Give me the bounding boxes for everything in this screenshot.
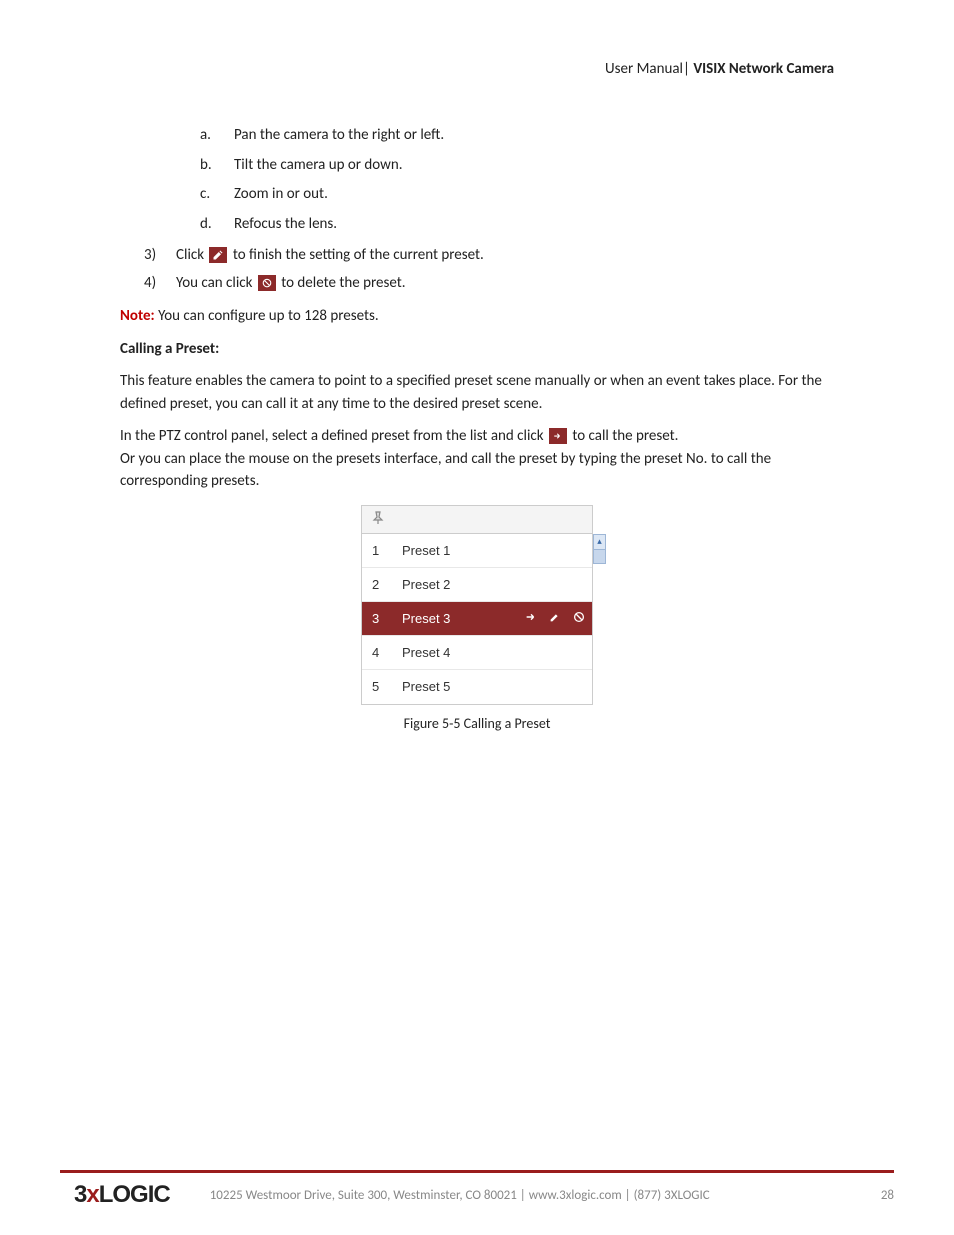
numbered-steps: 3) Click to finish the setting of the cu… bbox=[120, 243, 834, 295]
calling-preset-heading: Calling a Preset: bbox=[120, 338, 834, 361]
calling-preset-p1: This feature enables the camera to point… bbox=[120, 370, 834, 415]
letter-d: d. bbox=[200, 212, 234, 238]
header-title: VISIX Network Camera bbox=[693, 60, 834, 78]
edit-icon bbox=[209, 247, 227, 263]
preset-name: Preset 1 bbox=[402, 543, 586, 558]
delete-icon bbox=[258, 275, 276, 291]
scroll-thumb[interactable] bbox=[593, 550, 606, 564]
letter-b: b. bbox=[200, 153, 234, 179]
preset-row-1[interactable]: 1 Preset 1 bbox=[362, 534, 592, 568]
letter-a: a. bbox=[200, 123, 234, 149]
header-left: User Manual bbox=[605, 60, 683, 78]
preset-name: Preset 2 bbox=[402, 577, 586, 592]
preset-num: 5 bbox=[372, 679, 402, 694]
sub-steps-list: a.Pan the camera to the right or left. b… bbox=[120, 123, 834, 237]
preset-num: 4 bbox=[372, 645, 402, 660]
preset-panel-header[interactable] bbox=[362, 506, 592, 534]
logo: 3xLogic bbox=[74, 1181, 170, 1209]
preset-num: 3 bbox=[372, 611, 402, 626]
preset-name: Preset 4 bbox=[402, 645, 586, 660]
pin-icon bbox=[370, 510, 386, 529]
figure-label: Figure 5-5 bbox=[404, 715, 461, 732]
preset-row-4[interactable]: 4 Preset 4 bbox=[362, 636, 592, 670]
sub-step-d-text: Refocus the lens. bbox=[234, 212, 337, 238]
page-footer: 3xLogic 10225 Westmoor Drive, Suite 300,… bbox=[0, 1173, 954, 1209]
step-4-content: You can click to delete the preset. bbox=[176, 271, 406, 295]
preset-row-3[interactable]: 3 Preset 3 bbox=[362, 602, 592, 636]
scroll-up-icon[interactable]: ▴ bbox=[593, 534, 606, 550]
calling-p2-before: In the PTZ control panel, select a defin… bbox=[120, 427, 544, 445]
calling-preset-p2: In the PTZ control panel, select a defin… bbox=[120, 425, 834, 493]
sub-step-b: b.Tilt the camera up or down. bbox=[200, 153, 834, 179]
sub-step-b-text: Tilt the camera up or down. bbox=[234, 153, 403, 179]
preset-row-2[interactable]: 2 Preset 2 bbox=[362, 568, 592, 602]
preset-num: 1 bbox=[372, 543, 402, 558]
preset-name: Preset 5 bbox=[402, 679, 586, 694]
sub-step-a: a.Pan the camera to the right or left. bbox=[200, 123, 834, 149]
figure-caption: Figure 5-5 Calling a Preset bbox=[120, 715, 834, 732]
step-3-content: Click to finish the setting of the curre… bbox=[176, 243, 484, 267]
preset-panel: ▴ 1 Preset 1 2 Preset 2 3 Preset 3 bbox=[361, 505, 593, 705]
header-sep: | bbox=[683, 60, 690, 78]
sub-step-c-text: Zoom in or out. bbox=[234, 182, 328, 208]
sub-step-d: d.Refocus the lens. bbox=[200, 212, 834, 238]
page-header: User Manual| VISIX Network Camera bbox=[120, 60, 834, 78]
edit-icon[interactable] bbox=[548, 610, 562, 627]
step-3-num: 3) bbox=[144, 243, 176, 267]
call-preset-icon bbox=[549, 428, 567, 444]
calling-p3: Or you can place the mouse on the preset… bbox=[120, 450, 771, 491]
scrollbar[interactable]: ▴ bbox=[593, 534, 606, 566]
note-label: Note: bbox=[120, 307, 155, 325]
sub-step-c: c.Zoom in or out. bbox=[200, 182, 834, 208]
preset-num: 2 bbox=[372, 577, 402, 592]
call-icon[interactable] bbox=[524, 610, 538, 627]
note-text: You can configure up to 128 presets. bbox=[158, 307, 379, 325]
step-3-before: Click bbox=[176, 246, 204, 264]
step-4-before: You can click bbox=[176, 274, 252, 292]
sub-step-a-text: Pan the camera to the right or left. bbox=[234, 123, 444, 149]
step-3-after: to finish the setting of the current pre… bbox=[233, 246, 484, 264]
page-number: 28 bbox=[881, 1188, 894, 1203]
preset-name: Preset 3 bbox=[402, 611, 524, 626]
preset-list: ▴ 1 Preset 1 2 Preset 2 3 Preset 3 bbox=[362, 534, 592, 704]
delete-icon[interactable] bbox=[572, 610, 586, 627]
footer-address: 10225 Westmoor Drive, Suite 300, Westmin… bbox=[210, 1188, 861, 1203]
figure-title: Calling a Preset bbox=[464, 715, 551, 732]
step-3: 3) Click to finish the setting of the cu… bbox=[144, 243, 834, 267]
preset-row-5[interactable]: 5 Preset 5 bbox=[362, 670, 592, 704]
calling-p2-after: to call the preset. bbox=[572, 427, 678, 445]
step-4-after: to delete the preset. bbox=[281, 274, 405, 292]
step-4-num: 4) bbox=[144, 271, 176, 295]
step-4: 4) You can click to delete the preset. bbox=[144, 271, 834, 295]
letter-c: c. bbox=[200, 182, 234, 208]
note-paragraph: Note: You can configure up to 128 preset… bbox=[120, 305, 834, 328]
